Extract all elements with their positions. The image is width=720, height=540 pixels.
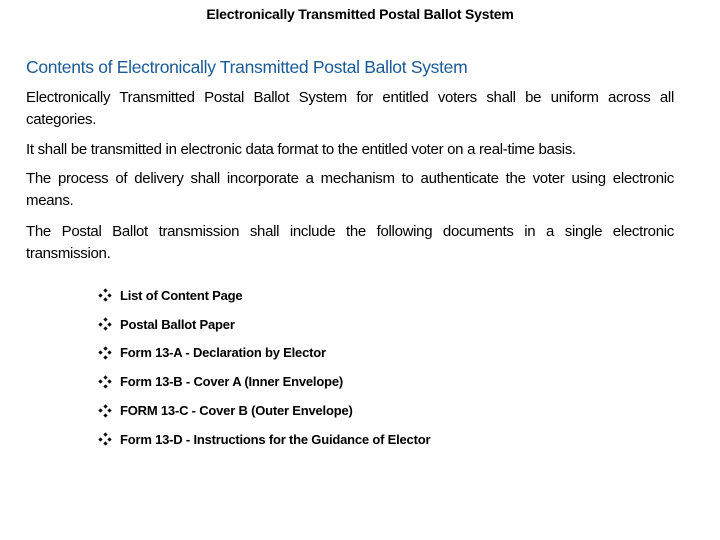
four-diamond-bullet-icon	[98, 288, 112, 303]
list-item: FORM 13-C - Cover B (Outer Envelope)	[98, 396, 430, 425]
slide-title: Electronically Transmitted Postal Ballot…	[206, 6, 514, 22]
list-item: Form 13-D - Instructions for the Guidanc…	[98, 425, 431, 454]
paragraph-documents-intro: The Postal Ballot transmission shall inc…	[26, 223, 674, 262]
document-list: List of Content Page Postal Ballot Paper…	[98, 281, 431, 454]
list-item: List of Content Page	[98, 281, 430, 310]
list-item-label: Postal Ballot Paper	[120, 316, 235, 332]
paragraph-authentication: The process of delivery shall incorporat…	[26, 170, 674, 209]
list-item: Form 13-A - Declaration by Elector	[98, 339, 430, 368]
list-item: Form 13-B - Cover A (Inner Envelope)	[98, 367, 430, 396]
list-item: Postal Ballot Paper	[98, 310, 430, 339]
list-item-label: Form 13-D - Instructions for the Guidanc…	[120, 431, 431, 447]
paragraph-real-time: It shall be transmitted in electronic da…	[26, 141, 576, 158]
four-diamond-bullet-icon	[98, 346, 112, 360]
four-diamond-bullet-icon	[98, 317, 112, 331]
list-item-label: Form 13-B - Cover A (Inner Envelope)	[120, 374, 343, 390]
four-diamond-bullet-icon	[98, 403, 112, 418]
section-heading: Contents of Electronically Transmitted P…	[26, 57, 468, 77]
four-diamond-bullet-icon	[98, 432, 112, 446]
four-diamond-bullet-icon	[98, 375, 112, 389]
list-item-label: FORM 13-C - Cover B (Outer Envelope)	[120, 403, 353, 419]
list-item-label: List of Content Page	[120, 287, 243, 303]
list-item-label: Form 13-A - Declaration by Elector	[120, 345, 326, 361]
paragraph-uniformity: Electronically Transmitted Postal Ballot…	[26, 89, 674, 128]
